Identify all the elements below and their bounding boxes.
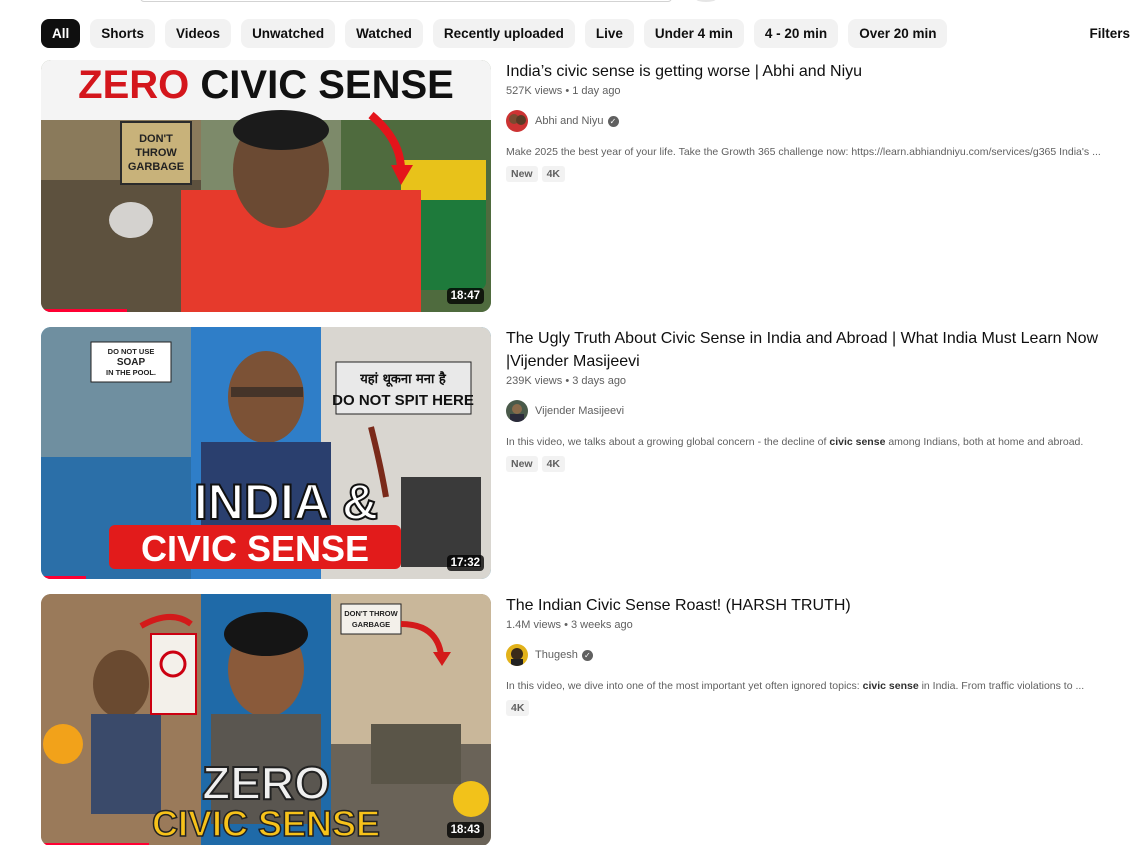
chip-shorts[interactable]: Shorts: [90, 19, 156, 48]
video-meta: 239K views • 3 days ago: [506, 375, 627, 387]
video-description: In this video, we dive into one of the m…: [506, 680, 1085, 692]
thumb-headline: ZERO CIVIC SENSE: [78, 63, 454, 107]
channel-avatar[interactable]: [506, 110, 528, 132]
video-title[interactable]: The Ugly Truth About Civic Sense in Indi…: [506, 327, 1131, 373]
video-description: Make 2025 the best year of your life. Ta…: [506, 146, 1101, 158]
watch-progress-bar: [41, 309, 127, 312]
chip-watched[interactable]: Watched: [345, 19, 423, 48]
video-info: India’s civic sense is getting worse | A…: [506, 60, 1131, 182]
chip-recently-uploaded[interactable]: Recently uploaded: [432, 19, 575, 48]
video-result[interactable]: DON'T THROW GARBAGE ZERO CIVIC SENSE 18:…: [41, 60, 1131, 312]
thumb-headline-2: CIVIC SENSE: [152, 803, 380, 844]
badge-4k: 4K: [506, 700, 530, 716]
thumb-hindi-sign: यहां थूकना मना है: [359, 371, 447, 387]
chip-all[interactable]: All: [41, 19, 81, 48]
upload-age: 1 day ago: [572, 85, 621, 97]
badge-new: New: [506, 166, 538, 182]
svg-text:GARBAGE: GARBAGE: [352, 620, 390, 629]
voice-search-edge: [696, 0, 716, 2]
thumbnail-image: DON'T THROW GARBAGE ZERO CIVIC SENSE: [41, 594, 491, 845]
chip-under-4-min[interactable]: Under 4 min: [643, 19, 744, 48]
badge-row: 4K: [506, 700, 1131, 716]
video-result[interactable]: DO NOT USE SOAP IN THE POOL. यहां थूकना …: [41, 327, 1131, 579]
filters-button[interactable]: Filters: [1089, 26, 1130, 41]
search-box-edge: [140, 0, 672, 2]
thumb-sign-text: DO NOT USE: [108, 347, 155, 356]
svg-text:IN THE POOL.: IN THE POOL.: [106, 368, 156, 377]
chip-over-20-min[interactable]: Over 20 min: [848, 19, 948, 48]
duration-badge: 17:32: [446, 555, 484, 571]
channel-row[interactable]: Thugesh ✓: [506, 644, 1131, 666]
video-meta: 1.4M views • 3 weeks ago: [506, 619, 633, 631]
video-info: The Ugly Truth About Civic Sense in Indi…: [506, 327, 1131, 472]
thumb-sign-line-2: THROW: [135, 147, 177, 159]
view-count: 239K views: [506, 375, 563, 387]
thumbnail-image: DO NOT USE SOAP IN THE POOL. यहां थूकना …: [41, 327, 491, 579]
video-result[interactable]: DON'T THROW GARBAGE ZERO CIVIC SENSE 18:…: [41, 594, 1131, 845]
badge-row: New 4K: [506, 456, 1131, 472]
video-thumbnail[interactable]: DON'T THROW GARBAGE ZERO CIVIC SENSE 18:…: [41, 60, 491, 312]
channel-row[interactable]: Vijender Masijeevi: [506, 400, 1131, 422]
view-count: 527K views: [506, 85, 563, 97]
watch-progress-bar: [41, 576, 86, 579]
thumb-headline-2: CIVIC SENSE: [141, 528, 369, 569]
chip-videos[interactable]: Videos: [165, 19, 232, 48]
verified-check-icon: ✓: [581, 649, 593, 661]
duration-badge: 18:47: [446, 288, 484, 304]
video-title[interactable]: The Indian Civic Sense Roast! (HARSH TRU…: [506, 594, 1131, 617]
video-info: The Indian Civic Sense Roast! (HARSH TRU…: [506, 594, 1131, 716]
video-thumbnail[interactable]: DO NOT USE SOAP IN THE POOL. यहां थूकना …: [41, 327, 491, 579]
thumbnail-image: DON'T THROW GARBAGE ZERO CIVIC SENSE: [41, 60, 491, 312]
badge-4k: 4K: [541, 166, 566, 182]
badge-new: New: [506, 456, 538, 472]
channel-avatar[interactable]: [506, 644, 528, 666]
video-title[interactable]: India’s civic sense is getting worse | A…: [506, 60, 1131, 83]
filter-chip-bar: All Shorts Videos Unwatched Watched Rece…: [41, 19, 948, 48]
duration-badge: 18:43: [446, 822, 484, 838]
verified-check-icon: ✓: [607, 115, 619, 127]
video-description: In this video, we talks about a growing …: [506, 436, 1084, 448]
badge-4k: 4K: [541, 456, 566, 472]
view-count: 1.4M views: [506, 619, 562, 631]
svg-text:SOAP: SOAP: [117, 357, 146, 368]
chip-live[interactable]: Live: [584, 19, 634, 48]
svg-text:DO NOT SPIT HERE: DO NOT SPIT HERE: [332, 392, 474, 409]
chip-4-20-min[interactable]: 4 - 20 min: [753, 19, 839, 48]
upload-age: 3 weeks ago: [571, 619, 633, 631]
channel-name[interactable]: Vijender Masijeevi: [535, 405, 624, 417]
chip-unwatched[interactable]: Unwatched: [241, 19, 336, 48]
thumb-headline-1: INDIA &: [194, 474, 378, 530]
video-meta: 527K views • 1 day ago: [506, 85, 621, 97]
badge-row: New 4K: [506, 166, 1131, 182]
channel-avatar[interactable]: [506, 400, 528, 422]
channel-row[interactable]: Abhi and Niyu ✓: [506, 110, 1131, 132]
thumb-sign-line-1: DON'T: [139, 133, 173, 145]
thumb-sign-line-3: GARBAGE: [128, 161, 184, 173]
thumb-headline-1: ZERO: [202, 757, 330, 809]
channel-name[interactable]: Abhi and Niyu: [535, 115, 604, 127]
video-thumbnail[interactable]: DON'T THROW GARBAGE ZERO CIVIC SENSE 18:…: [41, 594, 491, 845]
channel-name[interactable]: Thugesh: [535, 649, 578, 661]
thumb-sign-text: DON'T THROW: [344, 609, 398, 618]
upload-age: 3 days ago: [572, 375, 627, 387]
